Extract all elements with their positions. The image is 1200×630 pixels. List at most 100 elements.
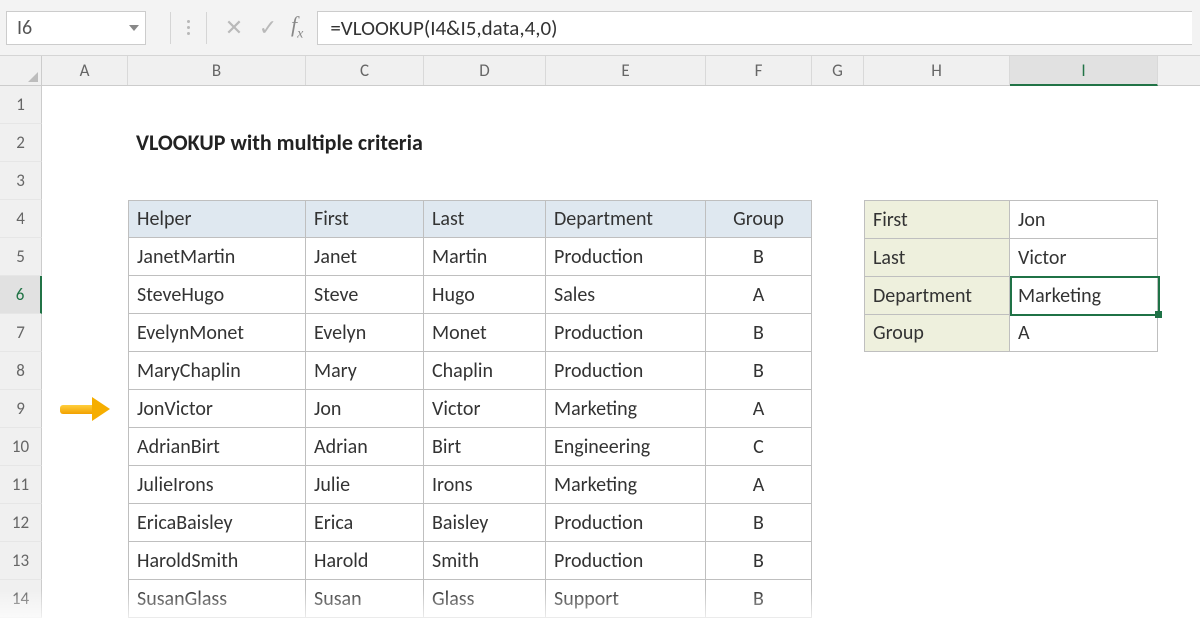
- cell[interactable]: [812, 276, 864, 314]
- cell[interactable]: [812, 542, 864, 580]
- table-cell[interactable]: HaroldSmith: [128, 542, 306, 580]
- column-header[interactable]: H: [864, 56, 1010, 85]
- table-cell[interactable]: Production: [546, 238, 706, 276]
- lookup-value[interactable]: Victor: [1010, 238, 1158, 276]
- cell[interactable]: [42, 466, 128, 504]
- table-cell[interactable]: Evelyn: [306, 314, 424, 352]
- table-header[interactable]: Last: [424, 200, 546, 238]
- column-header[interactable]: G: [812, 56, 864, 85]
- table-cell[interactable]: Chaplin: [424, 352, 546, 390]
- cell[interactable]: [42, 162, 128, 200]
- table-cell[interactable]: MaryChaplin: [128, 352, 306, 390]
- cell[interactable]: [864, 162, 1010, 200]
- row-header[interactable]: 8: [0, 352, 42, 390]
- cell[interactable]: [1010, 352, 1158, 390]
- lookup-value[interactable]: Jon: [1010, 200, 1158, 238]
- cancel-icon[interactable]: ✕: [217, 14, 251, 41]
- cell[interactable]: [42, 276, 128, 314]
- column-header[interactable]: D: [424, 56, 546, 85]
- cell[interactable]: [712, 124, 764, 162]
- cell[interactable]: [812, 314, 864, 352]
- cell[interactable]: [812, 580, 864, 618]
- table-cell[interactable]: Mary: [306, 352, 424, 390]
- table-cell[interactable]: Marketing: [546, 390, 706, 428]
- column-header[interactable]: A: [42, 56, 128, 85]
- table-cell[interactable]: Production: [546, 542, 706, 580]
- cell[interactable]: [706, 162, 812, 200]
- cell[interactable]: [42, 86, 128, 124]
- formula-input[interactable]: =VLOOKUP(I4&I5,data,4,0): [317, 11, 1192, 45]
- table-cell[interactable]: B: [706, 504, 812, 542]
- row-header[interactable]: 5: [0, 238, 42, 276]
- fx-icon[interactable]: fx: [285, 12, 317, 42]
- cell[interactable]: [812, 504, 864, 542]
- row-header[interactable]: 4: [0, 200, 42, 238]
- column-header[interactable]: B: [128, 56, 306, 85]
- cell[interactable]: [546, 162, 706, 200]
- cell[interactable]: [1010, 162, 1158, 200]
- table-cell[interactable]: Production: [546, 504, 706, 542]
- cell[interactable]: [812, 466, 864, 504]
- table-cell[interactable]: Hugo: [424, 276, 546, 314]
- cell[interactable]: [1010, 86, 1158, 124]
- table-cell[interactable]: B: [706, 542, 812, 580]
- table-cell[interactable]: Janet: [306, 238, 424, 276]
- table-cell[interactable]: Victor: [424, 390, 546, 428]
- cell[interactable]: [424, 162, 546, 200]
- accept-icon[interactable]: ✓: [251, 14, 285, 41]
- cell[interactable]: [1010, 428, 1158, 466]
- cell[interactable]: [42, 428, 128, 466]
- table-cell[interactable]: EricaBaisley: [128, 504, 306, 542]
- lookup-value[interactable]: A: [1010, 314, 1158, 352]
- cell[interactable]: [42, 314, 128, 352]
- row-header[interactable]: 14: [0, 580, 42, 618]
- table-cell[interactable]: B: [706, 238, 812, 276]
- table-cell[interactable]: Sales: [546, 276, 706, 314]
- table-cell[interactable]: Harold: [306, 542, 424, 580]
- cell[interactable]: [764, 124, 910, 162]
- table-cell[interactable]: Susan: [306, 580, 424, 618]
- table-cell[interactable]: Adrian: [306, 428, 424, 466]
- cell[interactable]: [128, 162, 306, 200]
- column-header[interactable]: C: [306, 56, 424, 85]
- cell[interactable]: [42, 580, 128, 618]
- cell[interactable]: [128, 86, 306, 124]
- cell[interactable]: [42, 352, 128, 390]
- cell[interactable]: [910, 124, 1058, 162]
- table-cell[interactable]: JonVictor: [128, 390, 306, 428]
- column-header[interactable]: F: [706, 56, 812, 85]
- name-box[interactable]: I6: [6, 11, 146, 45]
- table-cell[interactable]: SteveHugo: [128, 276, 306, 314]
- table-cell[interactable]: Glass: [424, 580, 546, 618]
- row-header[interactable]: 13: [0, 542, 42, 580]
- drag-handle-icon[interactable]: [181, 20, 196, 35]
- cell[interactable]: [42, 238, 128, 276]
- row-header[interactable]: 7: [0, 314, 42, 352]
- cell[interactable]: [864, 428, 1010, 466]
- table-cell[interactable]: B: [706, 314, 812, 352]
- cell[interactable]: [1010, 542, 1158, 580]
- cell[interactable]: [546, 86, 706, 124]
- cell[interactable]: [812, 428, 864, 466]
- cell[interactable]: [864, 580, 1010, 618]
- cell[interactable]: [864, 352, 1010, 390]
- table-cell[interactable]: Erica: [306, 504, 424, 542]
- cell[interactable]: [1010, 580, 1158, 618]
- lookup-label[interactable]: Last: [864, 238, 1010, 276]
- table-header[interactable]: First: [306, 200, 424, 238]
- table-cell[interactable]: Support: [546, 580, 706, 618]
- table-cell[interactable]: B: [706, 580, 812, 618]
- row-header[interactable]: 1: [0, 86, 42, 124]
- table-cell[interactable]: Julie: [306, 466, 424, 504]
- table-cell[interactable]: C: [706, 428, 812, 466]
- lookup-label[interactable]: Group: [864, 314, 1010, 352]
- row-header[interactable]: 12: [0, 504, 42, 542]
- row-header[interactable]: 3: [0, 162, 42, 200]
- cell[interactable]: [306, 162, 424, 200]
- row-header[interactable]: 2: [0, 124, 42, 162]
- cell[interactable]: [706, 86, 812, 124]
- table-header[interactable]: Group: [706, 200, 812, 238]
- cell[interactable]: [864, 86, 1010, 124]
- cell[interactable]: [1010, 390, 1158, 428]
- table-cell[interactable]: Baisley: [424, 504, 546, 542]
